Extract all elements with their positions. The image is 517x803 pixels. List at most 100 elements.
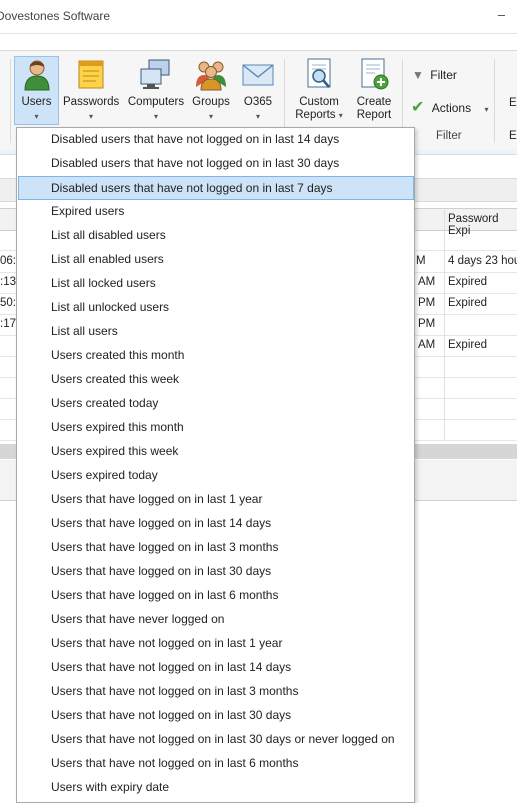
dropdown-menu-item-label: Disabled users that have not logged on i…: [51, 132, 340, 146]
create-report-icon: [357, 57, 391, 91]
filter-button[interactable]: ▼ Filter: [412, 68, 457, 82]
minimize-button[interactable]: –: [498, 7, 505, 22]
dropdown-menu-item[interactable]: Disabled users that have not logged on i…: [18, 176, 414, 200]
cut-off-group-label: E: [509, 130, 517, 142]
dropdown-menu-item-label: Disabled users that have not logged on i…: [51, 156, 340, 170]
groups-button[interactable]: Groups ▾: [191, 57, 231, 127]
create-report-button[interactable]: Create Report: [352, 57, 396, 127]
dropdown-menu-item-label: Users that have logged on in last 30 day…: [51, 564, 272, 578]
dropdown-menu-item[interactable]: Disabled users that have not logged on i…: [18, 128, 414, 151]
dropdown-menu-item-label: Users created today: [51, 396, 159, 410]
users-label: Users: [21, 96, 52, 108]
chevron-down-icon: ▾: [255, 112, 260, 121]
window-title: Dovestones Software: [0, 9, 111, 23]
dropdown-menu-item-label: Users that have logged on in last 14 day…: [51, 516, 272, 530]
ribbon-separator: [10, 59, 11, 143]
ribbon-separator: [494, 59, 495, 143]
dropdown-menu-item[interactable]: Users with expiry date: [18, 776, 414, 799]
create-report-label-2: Report: [356, 109, 392, 121]
dropdown-menu-item-label: Expired users: [51, 204, 125, 218]
actions-label: Actions: [431, 101, 472, 115]
dropdown-menu-item[interactable]: Users expired this month: [18, 416, 414, 439]
computers-icon: [139, 57, 173, 91]
dropdown-menu-item[interactable]: Users that have logged on in last 1 year: [18, 488, 414, 511]
dropdown-menu-item[interactable]: Users that have logged on in last 14 day…: [18, 512, 414, 535]
dropdown-menu-item[interactable]: Users that have not logged on in last 30…: [18, 704, 414, 727]
o365-label: O365: [243, 96, 273, 108]
chevron-down-icon: ▾: [88, 112, 93, 121]
dropdown-menu-item[interactable]: List all disabled users: [18, 224, 414, 247]
dropdown-menu-item-label: Users that have not logged on in last 1 …: [51, 636, 283, 650]
users-report-dropdown: Disabled users that have not logged on i…: [16, 127, 415, 803]
funnel-icon: ▼: [412, 68, 424, 82]
computers-button[interactable]: Computers ▾: [127, 57, 185, 127]
groups-label: Groups: [192, 96, 230, 108]
dropdown-menu-item-label: Users created this month: [51, 348, 185, 362]
dropdown-menu-item[interactable]: List all unlocked users: [18, 296, 414, 319]
dropdown-menu-item[interactable]: List all users: [18, 320, 414, 343]
mail-icon: [241, 57, 275, 91]
dropdown-menu-item-label: List all enabled users: [51, 252, 164, 266]
custom-reports-button[interactable]: Custom Reports ▾: [292, 57, 346, 127]
dropdown-menu-item[interactable]: Users that have logged on in last 3 mont…: [18, 536, 414, 559]
dropdown-menu-item[interactable]: Users that have not logged on in last 1 …: [18, 632, 414, 655]
dropdown-menu-item-label: List all users: [51, 324, 118, 338]
dropdown-menu-item[interactable]: Users created today: [18, 392, 414, 415]
dropdown-menu-item[interactable]: Users that have not logged on in last 30…: [18, 728, 414, 751]
cut-off-button-label: E: [509, 97, 517, 109]
dropdown-menu-item[interactable]: Users that have logged on in last 6 mont…: [18, 584, 414, 607]
chevron-down-icon: ▾: [208, 112, 213, 121]
table-cell: Expired: [448, 339, 487, 351]
dropdown-menu-item[interactable]: Users expired this week: [18, 440, 414, 463]
custom-reports-label-2: Reports: [295, 109, 336, 121]
custom-reports-label-1: Custom: [299, 96, 339, 108]
chevron-down-icon: ▾: [153, 112, 158, 121]
dropdown-menu-item-label: Users that have not logged on in last 30…: [51, 708, 292, 722]
dropdown-menu-item-label: Users that have not logged on in last 6 …: [51, 756, 299, 770]
dropdown-menu-item-label: Users that have not logged on in last 30…: [51, 732, 395, 746]
dropdown-menu-item[interactable]: List all enabled users: [18, 248, 414, 271]
o365-button[interactable]: O365 ▾: [239, 57, 277, 127]
table-cell: Expired: [448, 276, 487, 288]
dropdown-menu-item-label: Users expired today: [51, 468, 158, 482]
groups-icon: [194, 57, 228, 91]
dropdown-menu-item[interactable]: Disabled users that have not logged on i…: [18, 152, 414, 175]
notepad-icon: [74, 57, 108, 91]
computers-label: Computers: [127, 96, 185, 108]
dropdown-menu-item-label: Users that have not logged on in last 3 …: [51, 684, 299, 698]
table-cell: AM: [418, 339, 436, 351]
dropdown-menu-item-label: Users that have never logged on: [51, 612, 225, 626]
dropdown-menu-item[interactable]: Users that have not logged on in last 14…: [18, 656, 414, 679]
passwords-button[interactable]: Passwords ▾: [63, 57, 119, 127]
table-cell: :13: [0, 276, 16, 288]
filter-label: Filter: [430, 68, 457, 82]
dropdown-menu-item-label: List all locked users: [51, 276, 156, 290]
dropdown-menu-item[interactable]: Users that have logged on in last 30 day…: [18, 560, 414, 583]
dropdown-menu-item-label: Users that have not logged on in last 14…: [51, 660, 292, 674]
table-cell: AM: [418, 276, 436, 288]
table-cell: PM: [418, 318, 436, 330]
dropdown-menu-item[interactable]: Users created this week: [18, 368, 414, 391]
dropdown-menu-item-label: Users that have logged on in last 6 mont…: [51, 588, 279, 602]
dropdown-menu-item[interactable]: Users expired today: [18, 464, 414, 487]
dropdown-menu-item-label: Users that have logged on in last 1 year: [51, 492, 263, 506]
table-cell: Expired: [448, 297, 487, 309]
filter-group-label: Filter: [436, 130, 462, 142]
dropdown-menu-item-label: List all unlocked users: [51, 300, 170, 314]
users-button[interactable]: Users ▾: [14, 56, 59, 125]
dropdown-menu-item-label: Users expired this month: [51, 420, 184, 434]
actions-button[interactable]: ✔ Actions ▾: [411, 97, 488, 117]
table-cell: M: [416, 255, 426, 267]
passwords-label: Passwords: [63, 96, 120, 108]
dropdown-menu-item[interactable]: Users that have never logged on: [18, 608, 414, 631]
dropdown-menu-item[interactable]: Expired users: [18, 200, 414, 223]
dropdown-menu-item-label: Disabled users that have not logged on i…: [51, 181, 333, 195]
table-cell: PM: [418, 297, 436, 309]
dropdown-menu-item-label: List all disabled users: [51, 228, 166, 242]
user-icon: [20, 57, 54, 91]
dropdown-menu-item-label: Users created this week: [51, 372, 180, 386]
dropdown-menu-item[interactable]: Users created this month: [18, 344, 414, 367]
dropdown-menu-item[interactable]: List all locked users: [18, 272, 414, 295]
dropdown-menu-item[interactable]: Users that have not logged on in last 3 …: [18, 680, 414, 703]
dropdown-menu-item[interactable]: Users that have not logged on in last 6 …: [18, 752, 414, 775]
